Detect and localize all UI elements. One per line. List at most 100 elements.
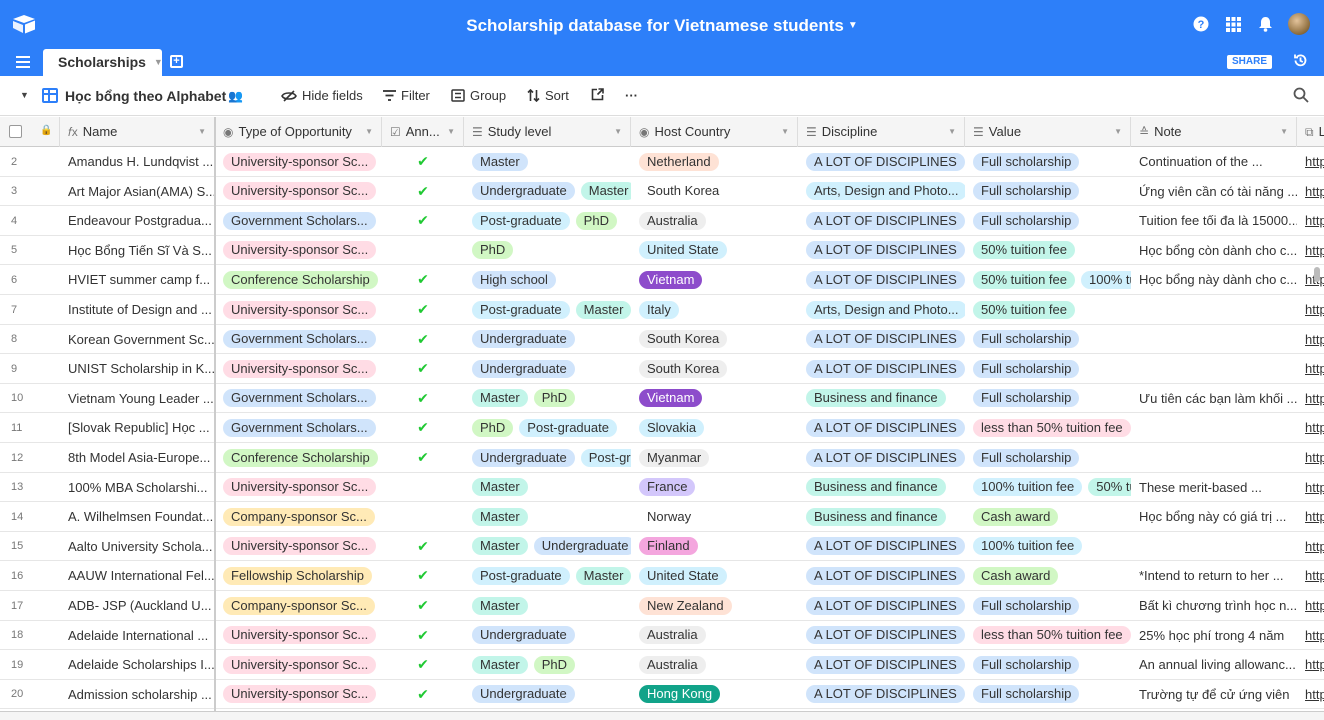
url-link[interactable]: http (1305, 184, 1324, 199)
cell-value[interactable]: 100% tuition fee (965, 532, 1131, 561)
cell-value[interactable]: Full scholarship (965, 206, 1131, 235)
chevron-down-icon[interactable]: ▼ (20, 90, 29, 100)
cell-value[interactable]: 50% tuition fee 100% tui (965, 265, 1131, 294)
cell-announced[interactable]: ✔ (382, 650, 464, 679)
cell-announced[interactable]: ✔ (382, 561, 464, 590)
cell-name[interactable]: Vietnam Young Leader ... (60, 384, 215, 413)
chevron-down-icon[interactable]: ▼ (447, 127, 455, 136)
column-header-country[interactable]: ◉ Host Country ▼ (631, 117, 798, 147)
url-link[interactable]: http (1305, 509, 1324, 524)
cell-name[interactable]: Aalto University Schola... (60, 532, 215, 561)
cell-value[interactable]: 100% tuition fee 50% tui (965, 473, 1131, 502)
sort-button[interactable]: Sort (527, 88, 569, 103)
table-row[interactable]: 20 Admission scholarship ... University-sp… (0, 680, 1324, 710)
cell-link[interactable]: http (1297, 502, 1324, 531)
cell-note[interactable] (1131, 295, 1297, 324)
cell-discipline[interactable]: Business and finance (798, 473, 965, 502)
url-link[interactable]: http (1305, 361, 1324, 376)
cell-name[interactable]: AAUW International Fel... (60, 561, 215, 590)
cell-host-country[interactable]: Australia (631, 650, 798, 679)
cell-type[interactable]: University-sponsor Sc... (215, 236, 382, 265)
vertical-scrollbar[interactable] (1314, 267, 1320, 282)
chevron-down-icon[interactable]: ▼ (948, 127, 956, 136)
url-link[interactable]: http (1305, 213, 1324, 228)
cell-discipline[interactable]: A LOT OF DISCIPLINES (798, 413, 965, 442)
table-row[interactable]: 9 UNIST Scholarship in K... University-spo… (0, 354, 1324, 384)
table-row[interactable]: 6 HVIET summer camp f... Conference Schola… (0, 265, 1324, 295)
cell-name[interactable]: Học Bổng Tiến Sĩ Và S... (60, 236, 215, 265)
cell-type[interactable]: University-sponsor Sc... (215, 147, 382, 176)
cell-value[interactable]: Full scholarship (965, 443, 1131, 472)
table-row[interactable]: 8 Korean Government Sc... Government Schol… (0, 325, 1324, 355)
cell-name[interactable]: Adelaide Scholarships I... (60, 650, 215, 679)
cell-announced[interactable]: ✔ (382, 177, 464, 206)
cell-announced[interactable]: ✔ (382, 325, 464, 354)
table-row[interactable]: 15 Aalto University Schola... University-s… (0, 532, 1324, 562)
cell-type[interactable]: Conference Scholarship (215, 265, 382, 294)
cell-announced[interactable]: ✔ (382, 621, 464, 650)
cell-link[interactable]: http (1297, 561, 1324, 590)
chevron-down-icon[interactable]: ▼ (614, 127, 622, 136)
menu-icon[interactable] (16, 56, 30, 68)
cell-study-level[interactable]: Master PhD (464, 384, 631, 413)
cell-note[interactable] (1131, 532, 1297, 561)
cell-name[interactable]: HVIET summer camp f... (60, 265, 215, 294)
cell-announced[interactable]: ✔ (382, 147, 464, 176)
cell-note[interactable]: Học bổng này dành cho c... (1131, 265, 1297, 294)
cell-name[interactable]: Art Major Asian(AMA) S... (60, 177, 215, 206)
cell-type[interactable]: University-sponsor Sc... (215, 680, 382, 709)
cell-type[interactable]: Government Scholars... (215, 413, 382, 442)
cell-link[interactable]: http (1297, 295, 1324, 324)
cell-type[interactable]: Fellowship Scholarship (215, 561, 382, 590)
cell-type[interactable]: University-sponsor Sc... (215, 621, 382, 650)
cell-host-country[interactable]: Norway (631, 502, 798, 531)
cell-host-country[interactable]: United State (631, 561, 798, 590)
cell-name[interactable]: A. Wilhelmsen Foundat... (60, 502, 215, 531)
column-header-value[interactable]: ☰ Value ▼ (965, 117, 1131, 147)
cell-type[interactable]: University-sponsor Sc... (215, 354, 382, 383)
cell-link[interactable]: http (1297, 680, 1324, 709)
cell-type[interactable]: University-sponsor Sc... (215, 177, 382, 206)
cell-link[interactable]: http (1297, 206, 1324, 235)
cell-note[interactable]: Bất kì chương trình học n... (1131, 591, 1297, 620)
help-icon[interactable]: ? (1192, 15, 1210, 33)
cell-name[interactable]: 100% MBA Scholarshi... (60, 473, 215, 502)
url-link[interactable]: http (1305, 657, 1324, 672)
chevron-down-icon[interactable]: ▼ (1280, 127, 1288, 136)
cell-host-country[interactable]: South Korea (631, 354, 798, 383)
cell-host-country[interactable]: Australia (631, 621, 798, 650)
table-row[interactable]: 12 8th Model Asia-Europe... Conference Sch… (0, 443, 1324, 473)
cell-discipline[interactable]: A LOT OF DISCIPLINES (798, 532, 965, 561)
cell-discipline[interactable]: Arts, Design and Photo... (798, 177, 965, 206)
cell-announced[interactable]: ✔ (382, 206, 464, 235)
cell-value[interactable]: Full scholarship (965, 384, 1131, 413)
cell-study-level[interactable]: Undergraduate (464, 354, 631, 383)
view-name[interactable]: Học bổng theo Alphabet (65, 88, 226, 104)
table-row[interactable]: 3 Art Major Asian(AMA) S... University-spo… (0, 177, 1324, 207)
cell-announced[interactable]: ✔ (382, 295, 464, 324)
cell-type[interactable]: Company-sponsor Sc... (215, 502, 382, 531)
cell-name[interactable]: Admission scholarship ... (60, 680, 215, 709)
cell-announced[interactable]: ✔ (382, 354, 464, 383)
cell-host-country[interactable]: Australia (631, 206, 798, 235)
column-header-ann[interactable]: ☑ Ann... ▼ (382, 117, 464, 147)
cell-value[interactable]: Full scholarship (965, 591, 1131, 620)
share-view-button[interactable] (591, 88, 604, 101)
cell-discipline[interactable]: Business and finance (798, 502, 965, 531)
filter-button[interactable]: Filter (383, 88, 430, 103)
cell-note[interactable] (1131, 325, 1297, 354)
cell-host-country[interactable]: Finland (631, 532, 798, 561)
cell-host-country[interactable]: Vietnam (631, 384, 798, 413)
cell-link[interactable]: http (1297, 473, 1324, 502)
cell-host-country[interactable]: Myanmar (631, 443, 798, 472)
cell-note[interactable]: Tuition fee tối đa là 15000... (1131, 206, 1297, 235)
cell-host-country[interactable]: Vietnam (631, 265, 798, 294)
cell-link[interactable]: http (1297, 354, 1324, 383)
cell-link[interactable]: http (1297, 177, 1324, 206)
cell-value[interactable]: Full scholarship (965, 147, 1131, 176)
hide-fields-button[interactable]: Hide fields (281, 88, 363, 103)
cell-announced[interactable] (382, 236, 464, 265)
cell-link[interactable]: http (1297, 413, 1324, 442)
cell-announced[interactable]: ✔ (382, 265, 464, 294)
url-link[interactable]: http (1305, 539, 1324, 554)
